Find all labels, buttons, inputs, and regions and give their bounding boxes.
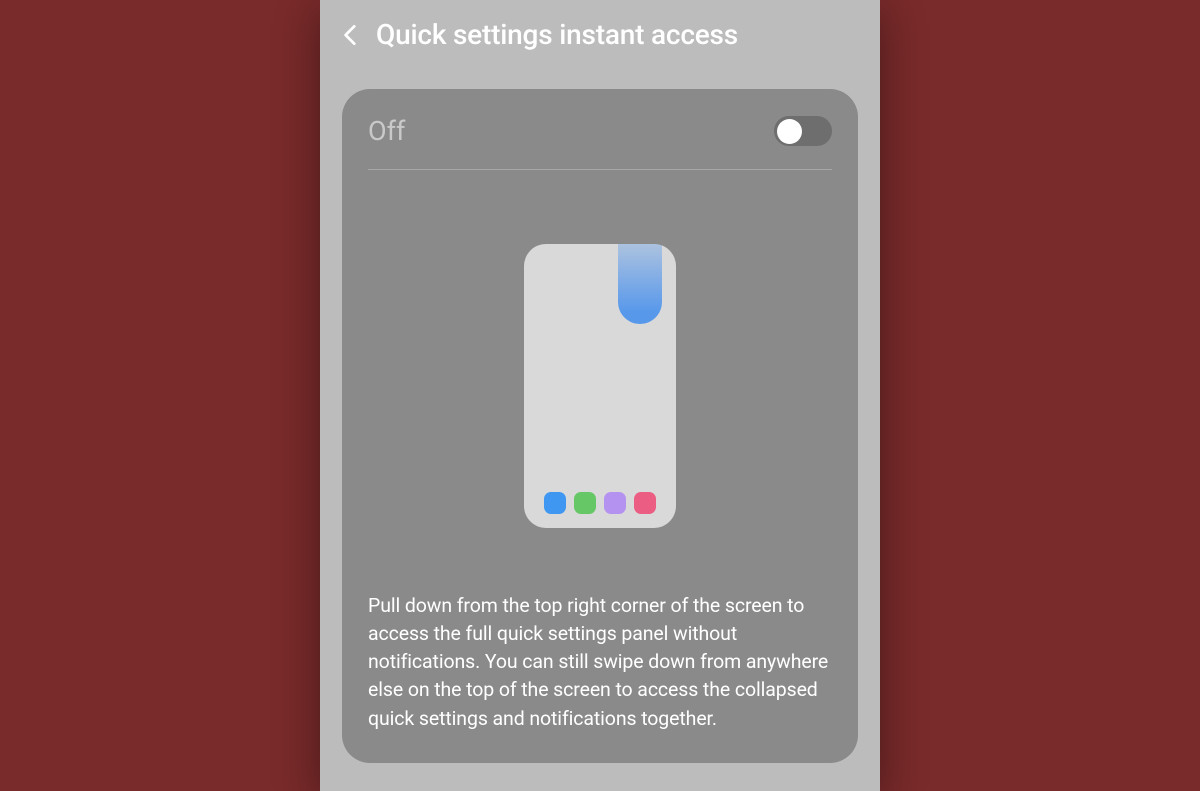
dock-app-icon	[574, 492, 596, 514]
toggle-switch[interactable]	[774, 116, 832, 146]
master-toggle-row[interactable]: Off	[368, 115, 832, 170]
phone-illustration	[524, 244, 676, 528]
header-bar: Quick settings instant access	[320, 0, 880, 69]
toggle-state-label: Off	[368, 115, 405, 147]
settings-card: Off Pull down from the top right corner …	[342, 89, 858, 763]
page-title: Quick settings instant access	[376, 18, 738, 51]
back-icon[interactable]	[338, 22, 364, 48]
dock-icons	[524, 492, 676, 514]
dock-app-icon	[604, 492, 626, 514]
dock-app-icon	[634, 492, 656, 514]
swipe-gesture-indicator	[618, 244, 662, 324]
dock-app-icon	[544, 492, 566, 514]
toggle-knob	[777, 119, 802, 144]
feature-description: Pull down from the top right corner of t…	[368, 592, 832, 733]
illustration-area	[368, 170, 832, 592]
phone-screen: Quick settings instant access Off Pull d…	[320, 0, 880, 791]
